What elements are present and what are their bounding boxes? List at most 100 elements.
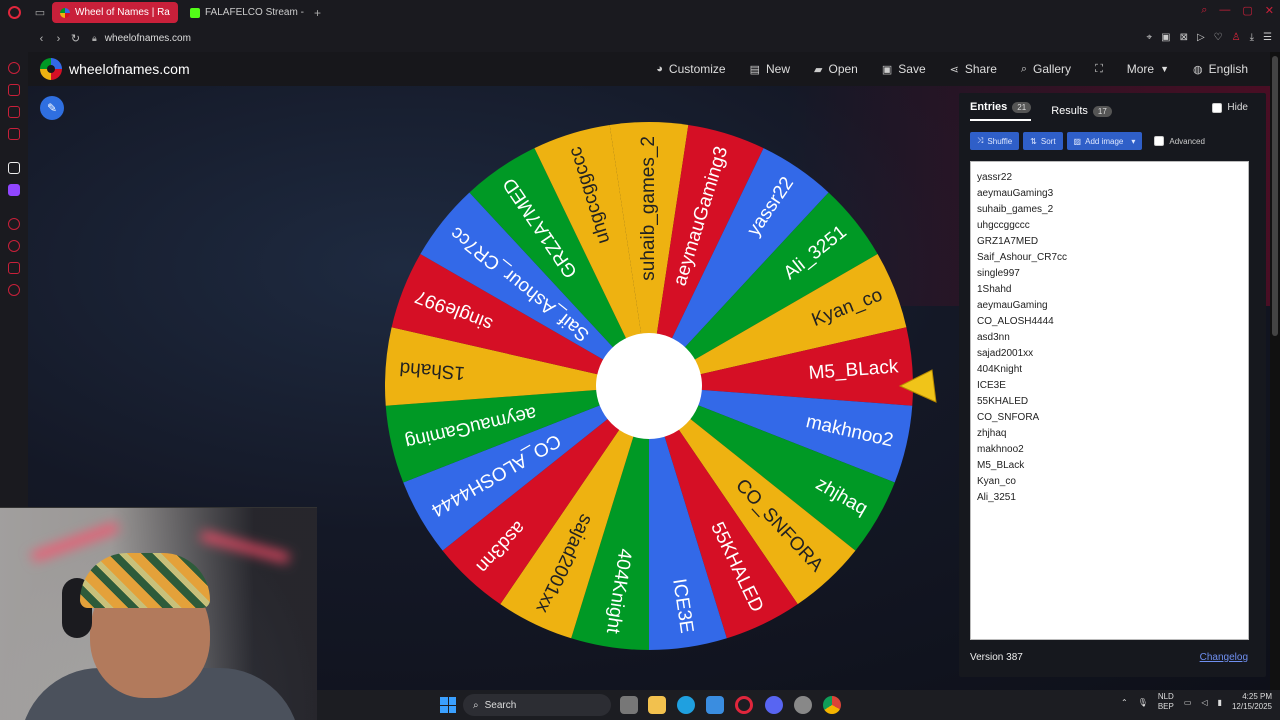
- open-button[interactable]: ▰ Open: [802, 52, 870, 86]
- extensions-icon[interactable]: ⊠: [1180, 32, 1188, 43]
- app-icon[interactable]: [8, 162, 20, 174]
- discord-icon[interactable]: [765, 696, 783, 714]
- tab-falafelco-stream[interactable]: FALAFELCO Stream - Wa: [182, 2, 304, 23]
- entries-textarea[interactable]: yassr22 aeymauGaming3 suhaib_games_2 uhgccg…: [970, 161, 1249, 640]
- changelog-link[interactable]: Changelog: [1200, 652, 1248, 663]
- clock[interactable]: 4:25 PM 12/15/2025: [1232, 692, 1272, 712]
- settings-icon[interactable]: [8, 284, 20, 296]
- share-button[interactable]: ⋖ Share: [938, 52, 1009, 86]
- task-view-icon[interactable]: [620, 696, 638, 714]
- entry-line[interactable]: 55KHALED: [977, 394, 1242, 410]
- player-icon[interactable]: ▷: [1197, 32, 1205, 43]
- advanced-checkbox[interactable]: [1154, 136, 1165, 146]
- search-tabs-icon[interactable]: ⌕: [1201, 4, 1207, 17]
- maximize-button[interactable]: ▢: [1242, 4, 1252, 17]
- language-indicator[interactable]: NLD BEP: [1158, 692, 1174, 712]
- start-button[interactable]: [440, 697, 456, 713]
- chevron-up-icon[interactable]: ⌃: [1121, 698, 1128, 707]
- hide-checkbox[interactable]: [1212, 102, 1223, 113]
- edit-button[interactable]: ✎: [40, 96, 64, 120]
- wheel[interactable]: suhaib_games_2 aeymauGaming3 yassr22 Ali_32…: [384, 121, 914, 651]
- url-field[interactable]: wheelofnames.com: [105, 33, 191, 44]
- entry-line[interactable]: asd3nn: [977, 330, 1242, 346]
- entry-line[interactable]: suhaib_games_2: [977, 202, 1242, 218]
- twitch-icon[interactable]: [8, 184, 20, 196]
- hide-toggle[interactable]: Hide: [1212, 102, 1248, 113]
- messenger-icon[interactable]: [8, 106, 20, 118]
- entry-line[interactable]: Ali_3251: [977, 490, 1242, 506]
- player-sidebar-icon[interactable]: [8, 218, 20, 230]
- wheel-svg[interactable]: suhaib_games_2 aeymauGaming3 yassr22Ali_32…: [384, 121, 914, 651]
- page-scrollbar[interactable]: [1270, 52, 1280, 690]
- entry-line[interactable]: aeymauGaming3: [977, 186, 1242, 202]
- close-window-button[interactable]: ✕: [1265, 4, 1274, 17]
- file-explorer-icon[interactable]: [648, 696, 666, 714]
- bookmark-icon[interactable]: [8, 262, 20, 274]
- entry-line[interactable]: M5_BLack: [977, 458, 1242, 474]
- menu-icon[interactable]: ☰: [1263, 32, 1272, 43]
- profile-icon[interactable]: ♙: [1232, 32, 1241, 43]
- entry-line[interactable]: 1Shahd: [977, 282, 1242, 298]
- sort-button[interactable]: ⇅ Sort: [1023, 132, 1063, 150]
- reload-button[interactable]: ↻: [67, 32, 84, 45]
- advanced-toggle[interactable]: Advanced: [1154, 136, 1205, 146]
- wheel-center[interactable]: [596, 333, 702, 439]
- language-button[interactable]: ◍ English: [1181, 52, 1260, 86]
- edge-icon[interactable]: [677, 696, 695, 714]
- entry-line[interactable]: zhjhaq: [977, 426, 1242, 442]
- entry-line[interactable]: Saif_Ashour_CR7cc: [977, 250, 1242, 266]
- entry-line[interactable]: ICE3E: [977, 378, 1242, 394]
- chevron-down-icon: ▼: [1160, 64, 1170, 74]
- chrome-icon[interactable]: [823, 696, 841, 714]
- history-icon[interactable]: [8, 240, 20, 252]
- entry-line[interactable]: CO_SNFORA: [977, 410, 1242, 426]
- store-icon[interactable]: [706, 696, 724, 714]
- entry-line[interactable]: CO_ALOSH4444: [977, 314, 1242, 330]
- entry-line[interactable]: uhgccggccc: [977, 218, 1242, 234]
- new-tab-button[interactable]: +: [308, 6, 327, 20]
- gallery-button[interactable]: ⌕ Gallery: [1009, 52, 1083, 86]
- save-button[interactable]: ▣ Save: [870, 52, 938, 86]
- scrollbar-thumb[interactable]: [1272, 56, 1278, 336]
- entry-line[interactable]: aeymauGaming: [977, 298, 1242, 314]
- mail-icon[interactable]: [8, 128, 20, 140]
- more-button[interactable]: More ▼: [1115, 52, 1181, 86]
- volume-icon[interactable]: ◁: [1201, 698, 1207, 707]
- taskbar-search[interactable]: ⌕ Search: [463, 694, 611, 716]
- panel-tabs: Entries 21 Results 17: [970, 101, 1112, 121]
- minimize-button[interactable]: —: [1219, 4, 1230, 17]
- download-icon[interactable]: ⤓: [1250, 32, 1254, 43]
- site-logo-icon[interactable]: [40, 58, 62, 80]
- forward-button[interactable]: ›: [50, 33, 67, 45]
- entry-line[interactable]: single997: [977, 266, 1242, 282]
- mic-icon[interactable]: 🎙︎: [1138, 698, 1148, 707]
- entry-line[interactable]: makhnoo2: [977, 442, 1242, 458]
- tab-wheel-of-names[interactable]: Wheel of Names | Ra: [52, 2, 178, 23]
- pin-icon[interactable]: ⌖: [1146, 32, 1152, 43]
- settings-icon[interactable]: [794, 696, 812, 714]
- entry-line[interactable]: GRZ1A7MED: [977, 234, 1242, 250]
- shuffle-button[interactable]: ⤨ Shuffle: [970, 132, 1020, 150]
- opera-icon[interactable]: [735, 696, 753, 714]
- bag-icon[interactable]: [8, 84, 20, 96]
- entry-line[interactable]: 404Knight: [977, 362, 1242, 378]
- new-button[interactable]: ▤ New: [738, 52, 802, 86]
- fullscreen-button[interactable]: ⛶: [1083, 52, 1115, 86]
- heart-icon[interactable]: ♡: [1214, 32, 1223, 43]
- battery-icon[interactable]: ▮: [1218, 698, 1222, 707]
- customize-button[interactable]: ◕ Customize: [644, 52, 737, 86]
- entry-line[interactable]: Kyan_co: [977, 474, 1242, 490]
- tab-results[interactable]: Results 17: [1051, 101, 1112, 121]
- tab-entries[interactable]: Entries 21: [970, 101, 1032, 121]
- entry-line[interactable]: yassr22: [977, 170, 1242, 186]
- back-button[interactable]: ‹: [33, 33, 50, 45]
- site-name[interactable]: wheelofnames.com: [69, 61, 190, 77]
- add-image-button[interactable]: ▨ Add image ▾: [1066, 132, 1143, 150]
- snapshot-icon[interactable]: ▣: [1161, 32, 1170, 43]
- toolbar-icons: ⌖ ▣ ⊠ ▷ ♡ ♙ ⤓ ☰: [1146, 32, 1272, 43]
- opera-logo-icon[interactable]: [0, 0, 28, 25]
- entry-line[interactable]: sajad2001xx: [977, 346, 1242, 362]
- tab-overview-icon[interactable]: ▭: [28, 0, 52, 25]
- ai-icon[interactable]: [8, 62, 20, 74]
- network-icon[interactable]: ▭: [1184, 698, 1192, 707]
